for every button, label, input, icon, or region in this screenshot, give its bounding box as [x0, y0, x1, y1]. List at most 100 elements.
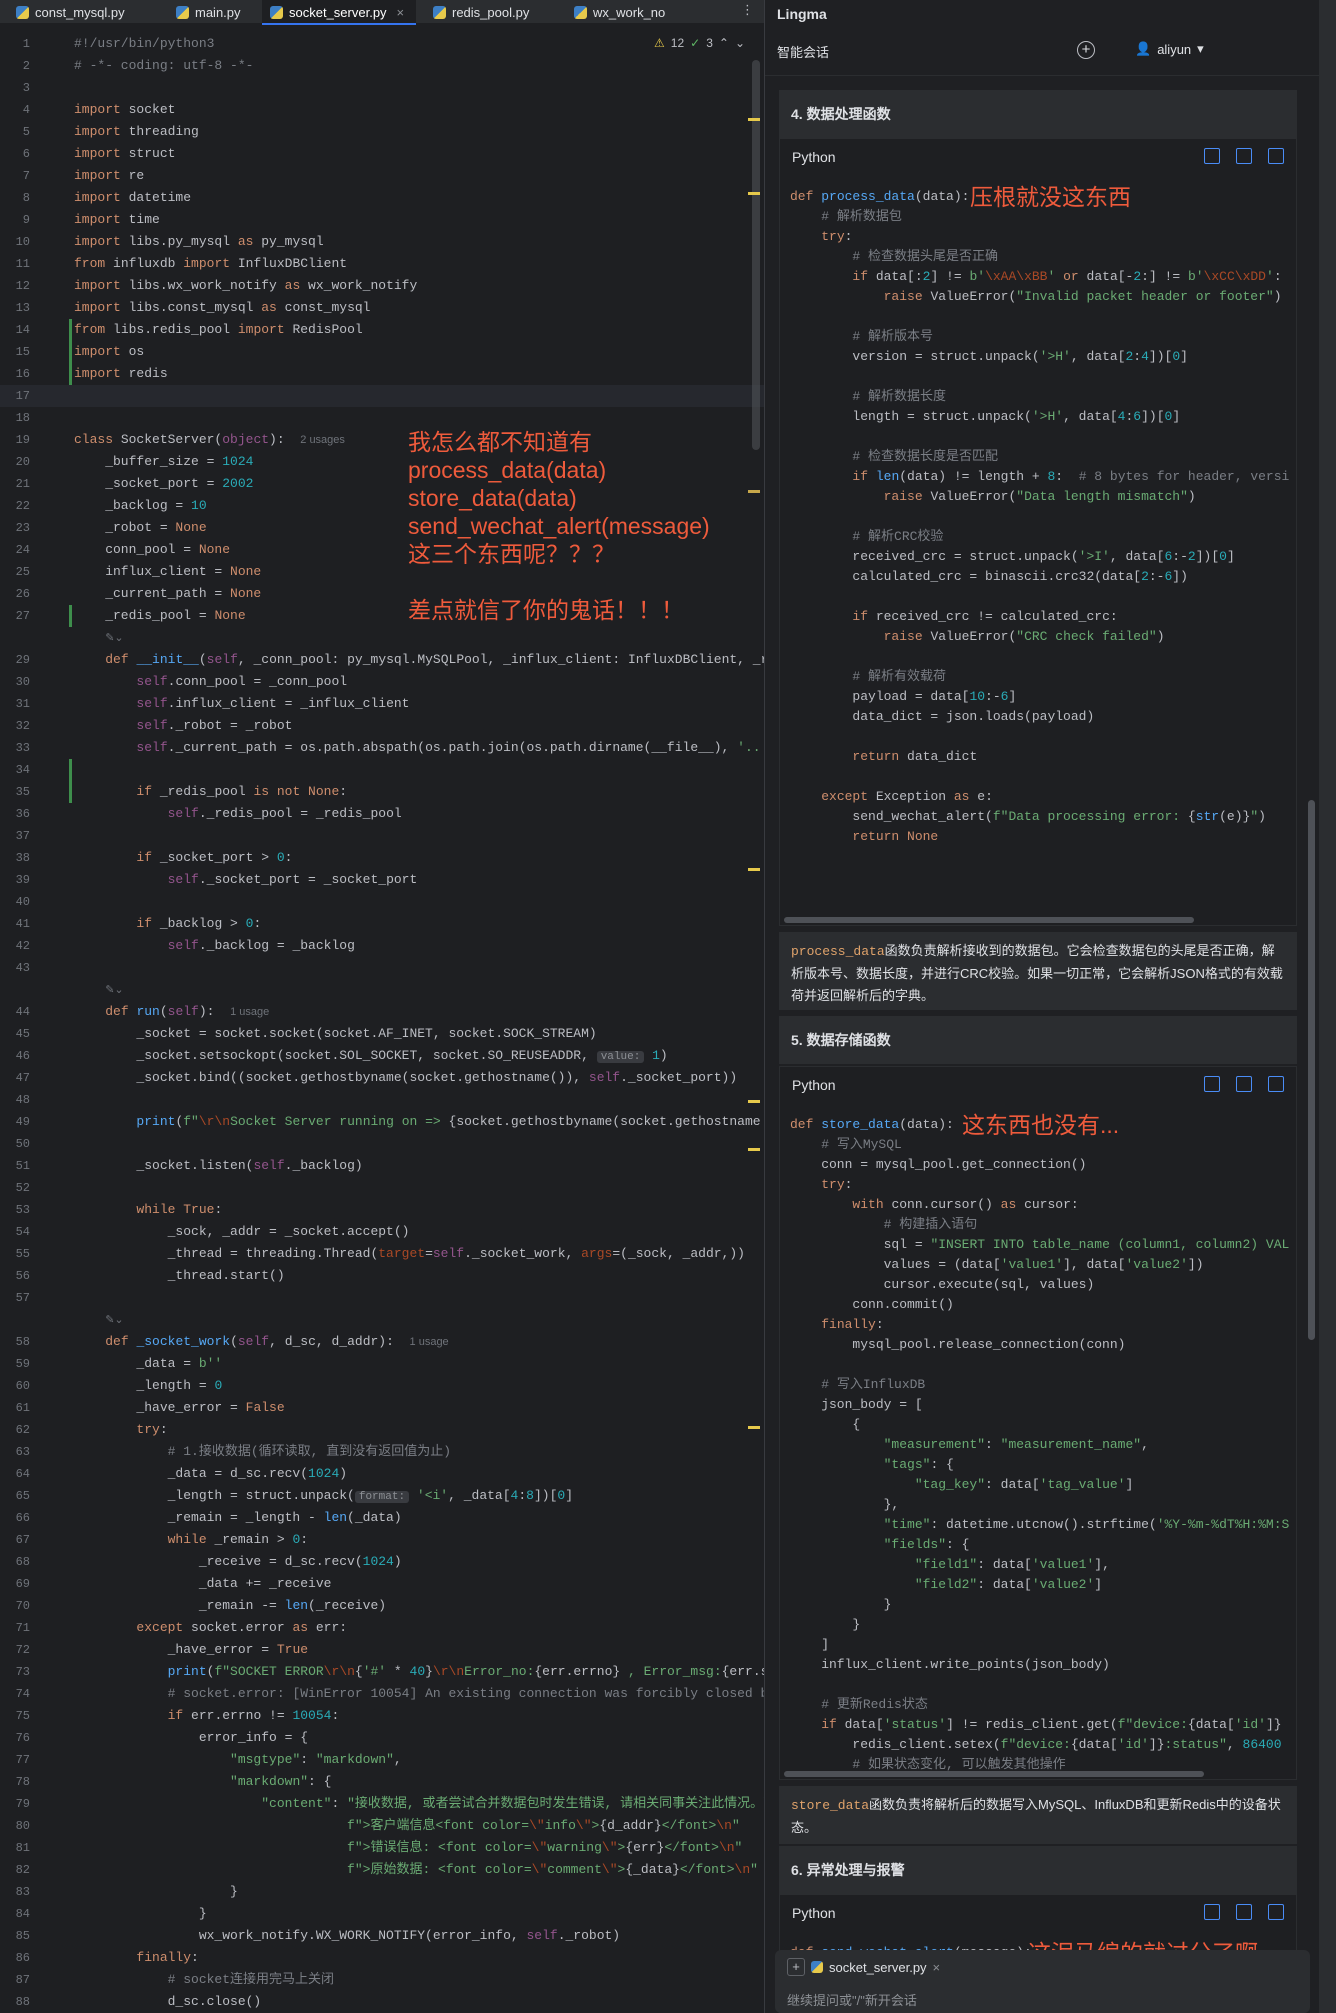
- code-line[interactable]: # 1.接收数据(循环读取, 直到没有返回值为止): [74, 1441, 451, 1463]
- line-number[interactable]: 51: [0, 1155, 60, 1177]
- line-number[interactable]: 49: [0, 1111, 60, 1133]
- code-line[interactable]: # 更新Redis状态: [790, 1695, 928, 1715]
- inspection-widget[interactable]: ⚠ 12 ✓ 3 ⌃ ⌄: [654, 36, 745, 50]
- warning-stripe-mark[interactable]: [748, 1100, 760, 1103]
- code-line[interactable]: import os: [74, 341, 144, 363]
- code-line[interactable]: self._socket_port = _socket_port: [74, 869, 418, 891]
- code-line[interactable]: _receive = d_sc.recv(1024): [74, 1551, 402, 1573]
- diff-icon[interactable]: [1204, 1904, 1220, 1920]
- code-line[interactable]: },: [790, 1495, 900, 1515]
- code-line[interactable]: "field2": data['value2']: [790, 1575, 1102, 1595]
- code-line[interactable]: import libs.py_mysql as py_mysql: [74, 231, 324, 253]
- more-tabs-icon[interactable]: ⋮: [741, 2, 754, 18]
- code-line[interactable]: version = struct.unpack('>H', data[2:4])…: [790, 347, 1188, 367]
- line-number[interactable]: 65: [0, 1485, 60, 1507]
- line-number[interactable]: 67: [0, 1529, 60, 1551]
- line-number[interactable]: 44: [0, 1001, 60, 1023]
- line-number[interactable]: 60: [0, 1375, 60, 1397]
- code-line[interactable]: if _redis_pool is not None:: [74, 781, 347, 803]
- line-number[interactable]: 15: [0, 341, 60, 363]
- insert-icon[interactable]: [1268, 1076, 1284, 1092]
- code-line[interactable]: _robot = None: [74, 517, 206, 539]
- vcs-change-marker[interactable]: [69, 363, 72, 385]
- line-number[interactable]: 86: [0, 1947, 60, 1969]
- line-number[interactable]: 69: [0, 1573, 60, 1595]
- code-line[interactable]: if received_crc != calculated_crc:: [790, 607, 1117, 627]
- code-line[interactable]: import socket: [74, 99, 175, 121]
- new-chat-icon[interactable]: +: [1077, 41, 1095, 59]
- code-line[interactable]: _have_error = False: [74, 1397, 284, 1419]
- line-number[interactable]: 25: [0, 561, 60, 583]
- line-number[interactable]: 74: [0, 1683, 60, 1705]
- line-number[interactable]: 83: [0, 1881, 60, 1903]
- code-line[interactable]: _redis_pool = None: [74, 605, 245, 627]
- warning-stripe-mark[interactable]: [748, 868, 760, 871]
- line-number[interactable]: 9: [0, 209, 60, 231]
- code-line[interactable]: ✎⌄: [74, 979, 123, 1001]
- line-number[interactable]: 1: [0, 33, 60, 55]
- code-line[interactable]: sql = "INSERT INTO table_name (column1, …: [790, 1235, 1290, 1255]
- line-number[interactable]: 39: [0, 869, 60, 891]
- tab-smart-chat[interactable]: 智能会话: [777, 42, 829, 61]
- code-line[interactable]: _socket.setsockopt(socket.SOL_SOCKET, so…: [74, 1045, 668, 1067]
- line-number[interactable]: 77: [0, 1749, 60, 1771]
- horizontal-scrollbar[interactable]: [784, 1771, 1204, 1777]
- code-line[interactable]: _data = d_sc.recv(1024): [74, 1463, 347, 1485]
- code-line[interactable]: from libs.redis_pool import RedisPool: [74, 319, 363, 341]
- line-number[interactable]: 2: [0, 55, 60, 77]
- code-line[interactable]: class SocketServer(object): 2 usages: [74, 429, 345, 451]
- code-line[interactable]: while True:: [74, 1199, 222, 1221]
- line-number[interactable]: 42: [0, 935, 60, 957]
- line-number[interactable]: 61: [0, 1397, 60, 1419]
- code-line[interactable]: def __init__(self, _conn_pool: py_mysql.…: [74, 649, 764, 671]
- line-number[interactable]: 18: [0, 407, 60, 429]
- line-number[interactable]: 37: [0, 825, 60, 847]
- tab-const_mysql-py[interactable]: const_mysql.py: [8, 0, 137, 24]
- line-number[interactable]: 82: [0, 1859, 60, 1881]
- line-number[interactable]: 6: [0, 143, 60, 165]
- line-number[interactable]: 79: [0, 1793, 60, 1815]
- line-number[interactable]: [0, 1309, 60, 1331]
- diff-icon[interactable]: [1204, 148, 1220, 164]
- code-line[interactable]: with conn.cursor() as cursor:: [790, 1195, 1078, 1215]
- code-line[interactable]: json_body = [: [790, 1395, 922, 1415]
- line-number[interactable]: 11: [0, 253, 60, 275]
- chevron-up-icon[interactable]: ⌃: [719, 36, 729, 50]
- code-line[interactable]: }: [790, 1615, 860, 1635]
- user-menu[interactable]: 👤 aliyun ▾: [1135, 41, 1204, 57]
- code-line[interactable]: # 检查数据头尾是否正确: [790, 247, 998, 267]
- code-line[interactable]: _socket_port = 2002: [74, 473, 253, 495]
- code-line[interactable]: {: [790, 1415, 860, 1435]
- warning-stripe-mark[interactable]: [748, 192, 760, 195]
- add-context-icon[interactable]: +: [787, 1958, 805, 1976]
- code-line[interactable]: payload = data[10:-6]: [790, 687, 1016, 707]
- tab-redis_pool-py[interactable]: redis_pool.py: [425, 0, 541, 24]
- code-line[interactable]: if data['status'] != redis_client.get(f"…: [790, 1715, 1281, 1735]
- code-line[interactable]: # 检查数据长度是否匹配: [790, 447, 998, 467]
- line-number[interactable]: 36: [0, 803, 60, 825]
- line-number[interactable]: 22: [0, 495, 60, 517]
- line-number[interactable]: 64: [0, 1463, 60, 1485]
- diff-icon[interactable]: [1204, 1076, 1220, 1092]
- warning-stripe-mark[interactable]: [748, 490, 760, 493]
- code-line[interactable]: _have_error = True: [74, 1639, 308, 1661]
- line-number[interactable]: 59: [0, 1353, 60, 1375]
- code-line[interactable]: "fields": {: [790, 1535, 970, 1555]
- warning-stripe-mark[interactable]: [748, 118, 760, 121]
- line-number[interactable]: 84: [0, 1903, 60, 1925]
- line-number[interactable]: 58: [0, 1331, 60, 1353]
- line-number[interactable]: 17: [0, 385, 60, 407]
- code-line[interactable]: ✎⌄: [74, 627, 123, 649]
- line-number[interactable]: 27: [0, 605, 60, 627]
- line-number[interactable]: 21: [0, 473, 60, 495]
- horizontal-scrollbar[interactable]: [784, 917, 1194, 923]
- line-number[interactable]: 33: [0, 737, 60, 759]
- insert-icon[interactable]: [1268, 148, 1284, 164]
- line-number[interactable]: 41: [0, 913, 60, 935]
- code-line[interactable]: }: [790, 1595, 892, 1615]
- code-line[interactable]: _data += _receive: [74, 1573, 332, 1595]
- code-line[interactable]: ✎⌄: [74, 1309, 123, 1331]
- code-line[interactable]: _backlog = 10: [74, 495, 206, 517]
- code-line[interactable]: received_crc = struct.unpack('>I', data[…: [790, 547, 1234, 567]
- line-number[interactable]: 66: [0, 1507, 60, 1529]
